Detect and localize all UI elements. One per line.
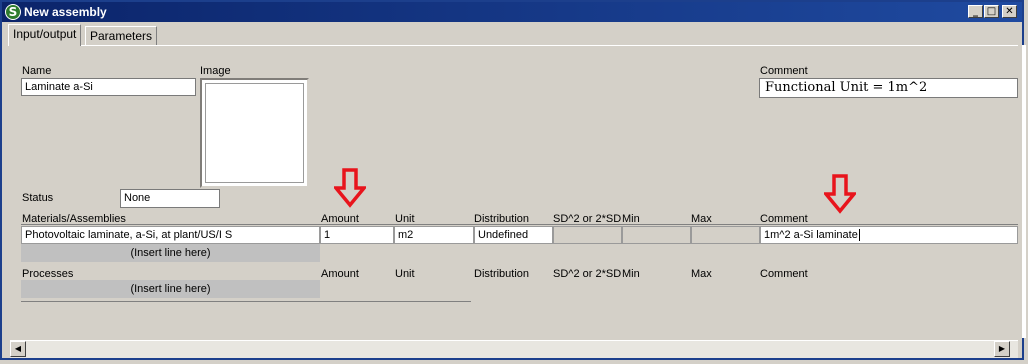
status-field[interactable]: None (120, 189, 220, 208)
scroll-left-icon[interactable]: ◀ (10, 341, 26, 357)
processes-divider (21, 301, 471, 302)
materials-insert-line[interactable]: (Insert line here) (21, 244, 320, 262)
tab-parameters[interactable]: Parameters (85, 26, 158, 46)
app-logo-icon: S (5, 4, 21, 20)
image-placeholder (205, 83, 304, 183)
material-unit-cell[interactable]: m2 (394, 226, 474, 244)
material-amount-cell[interactable]: 1 (320, 226, 394, 244)
minimize-button[interactable]: _ (968, 5, 983, 18)
image-box[interactable] (200, 78, 309, 188)
material-min-cell[interactable] (622, 226, 691, 244)
scroll-right-icon[interactable]: ▶ (994, 341, 1010, 357)
window-title: New assembly (24, 5, 107, 19)
material-comment-cell[interactable]: 1m^2 a-Si laminate (760, 226, 1018, 244)
image-label: Image (200, 65, 231, 77)
name-field[interactable]: Laminate a-Si (21, 78, 196, 96)
processes-header-unit: Unit (395, 268, 415, 280)
material-sd-cell[interactable] (553, 226, 622, 244)
comment-label: Comment (760, 65, 808, 77)
processes-header-min: Min (622, 268, 640, 280)
down-arrow-icon (334, 168, 366, 208)
name-label: Name (22, 65, 52, 77)
comment-field[interactable]: Functional Unit = 1m^2 (759, 78, 1018, 98)
header-divider (21, 224, 1018, 225)
close-button[interactable]: ✕ (1002, 5, 1017, 18)
processes-header-sd: SD^2 or 2*SD (553, 268, 622, 280)
text-cursor (858, 229, 860, 241)
vertical-edge (1022, 45, 1026, 338)
tab-input-output[interactable]: Input/output (8, 24, 82, 46)
processes-insert-line[interactable]: (Insert line here) (21, 280, 320, 298)
horizontal-scrollbar[interactable]: ◀ ▶ (10, 340, 1018, 358)
material-max-cell[interactable] (691, 226, 760, 244)
input-output-panel: Name Laminate a-Si Image Comment Functio… (8, 45, 1018, 339)
down-arrow-icon (824, 174, 856, 214)
processes-header-max: Max (691, 268, 712, 280)
processes-header-name: Processes (22, 268, 74, 280)
maximize-button[interactable]: □ (984, 5, 999, 18)
material-distribution-cell[interactable]: Undefined (474, 226, 553, 244)
tab-bar: Input/output Parameters (8, 24, 1008, 46)
title-bar[interactable]: S New assembly _ □ ✕ (2, 2, 1022, 22)
assembly-window: S New assembly _ □ ✕ Input/output Parame… (0, 0, 1026, 360)
processes-header-distribution: Distribution (474, 268, 530, 280)
material-name-cell[interactable]: Photovoltaic laminate, a-Si, at plant/US… (21, 226, 320, 244)
material-comment-text: 1m^2 a-Si laminate (764, 229, 858, 241)
status-label: Status (22, 192, 54, 204)
processes-header-comment: Comment (760, 268, 808, 280)
processes-header-amount: Amount (321, 268, 359, 280)
